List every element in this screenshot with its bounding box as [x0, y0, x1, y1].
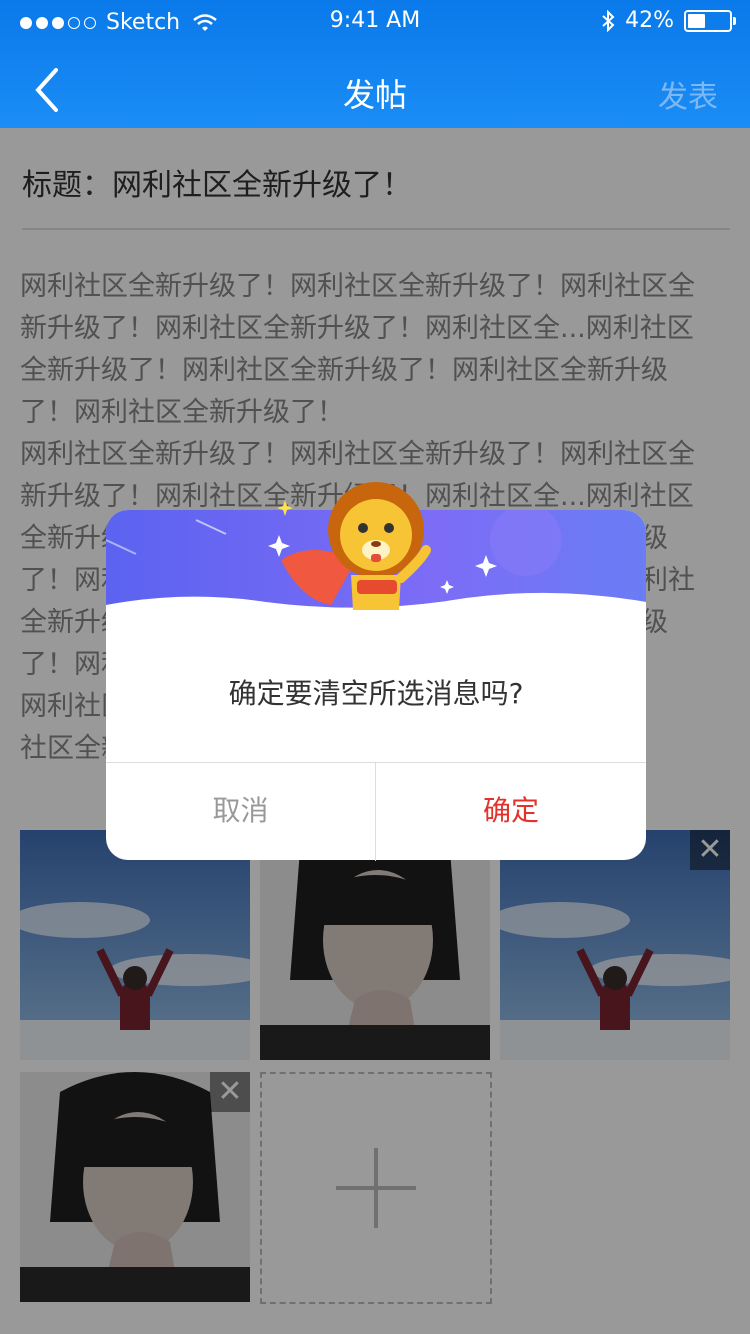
- publish-button[interactable]: 发表: [658, 72, 718, 116]
- dialog-message: 确定要清空所选消息吗?: [228, 677, 524, 710]
- battery-indicator: 42%: [601, 8, 736, 33]
- lion-mascot-icon: [277, 482, 431, 610]
- status-bar: Sketch 9:41 AM 42%: [0, 0, 750, 44]
- confirm-button[interactable]: 确定: [376, 763, 646, 861]
- dialog-buttons: 取消 确定: [106, 762, 646, 861]
- battery-percent: 42%: [625, 8, 674, 33]
- cancel-button[interactable]: 取消: [106, 763, 376, 861]
- bluetooth-icon: [602, 9, 615, 32]
- battery-icon: [684, 9, 736, 32]
- confirm-dialog: 确定要清空所选消息吗? 取消 确定: [106, 482, 646, 861]
- page-title: 发帖: [342, 76, 407, 114]
